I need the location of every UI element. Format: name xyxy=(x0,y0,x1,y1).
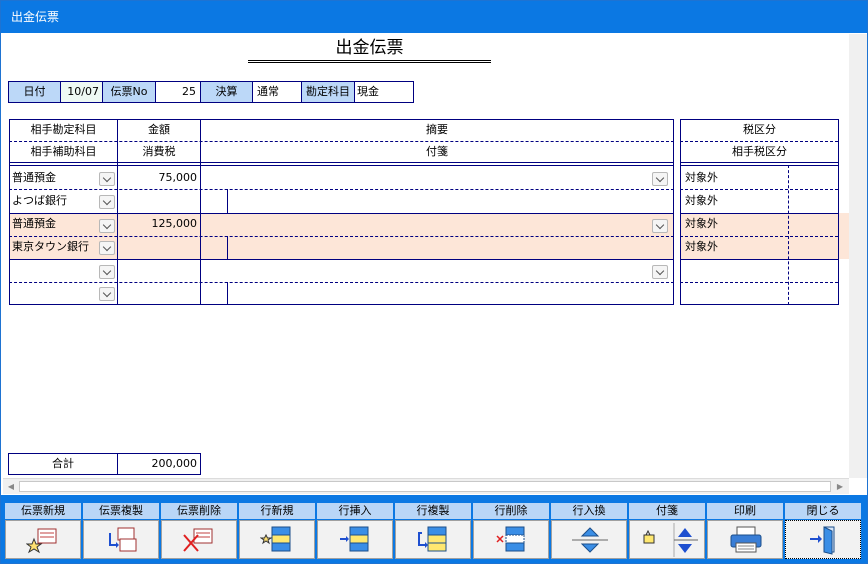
row3-tax[interactable] xyxy=(118,282,197,304)
chevron-down-icon[interactable] xyxy=(99,219,115,233)
new-row-icon xyxy=(260,526,291,552)
copy-slip-label: 伝票複製 xyxy=(83,503,159,519)
col-counter-sub-account: 相手補助科目 xyxy=(30,145,97,158)
chevron-down-icon[interactable] xyxy=(652,265,668,279)
horizontal-scrollbar[interactable]: ◀ ▶ xyxy=(3,478,849,494)
close-button[interactable]: 閉じる xyxy=(785,503,861,559)
slip-content: 出金伝票 日付 10/07 伝票No 25 決算 通常 勘定科目 現金 相手勘定… xyxy=(3,34,849,478)
chevron-down-icon[interactable] xyxy=(99,287,115,301)
settlement-label: 決算 xyxy=(200,81,253,103)
new-row-button[interactable]: 行新規 xyxy=(239,503,315,559)
printer-icon xyxy=(730,526,762,553)
row3-account[interactable] xyxy=(12,259,102,281)
chevron-down-icon[interactable] xyxy=(99,172,115,186)
slip-no-field[interactable]: 25 xyxy=(155,81,201,103)
col-counter-tax-category: 相手税区分 xyxy=(732,145,787,158)
col-summary: 摘要 xyxy=(426,123,448,136)
delete-row-icon xyxy=(496,526,525,552)
row1-summary[interactable] xyxy=(203,167,643,189)
row3-counter-tax-category[interactable] xyxy=(685,282,785,304)
chevron-down-icon[interactable] xyxy=(652,172,668,186)
col-tax-category: 税区分 xyxy=(743,123,776,136)
settlement-field[interactable]: 通常 xyxy=(252,81,302,103)
scroll-left-icon[interactable]: ◀ xyxy=(4,479,18,494)
swap-row-icon xyxy=(572,527,608,553)
row1-sub-account[interactable]: よつば銀行 xyxy=(12,190,102,212)
insert-row-label: 行挿入 xyxy=(317,503,393,519)
vertical-scrollbar[interactable] xyxy=(849,34,867,478)
new-slip-button[interactable]: 伝票新規 xyxy=(5,503,81,559)
copy-slip-icon xyxy=(109,527,137,552)
delete-row-button[interactable]: 行削除 xyxy=(473,503,549,559)
swap-row-label: 行入換 xyxy=(551,503,627,519)
document-title: 出金伝票 xyxy=(248,37,491,63)
col-counter-account: 相手勘定科目 xyxy=(30,123,97,136)
row1-amount[interactable]: 75,000 xyxy=(118,167,198,189)
total-label: 合計 xyxy=(8,453,118,475)
slip-window: 出金伝票 出金伝票 日付 10/07 伝票No 25 決算 通常 勘定科目 現金 xyxy=(0,0,868,564)
copy-row-label: 行複製 xyxy=(395,503,471,519)
row2-tax[interactable] xyxy=(118,236,197,258)
row2-sub-account[interactable]: 東京タウン銀行 xyxy=(12,236,102,258)
exit-door-icon xyxy=(810,526,835,555)
account-label: 勘定科目 xyxy=(301,81,355,103)
scroll-thumb[interactable] xyxy=(19,481,831,492)
row3-sub-account[interactable] xyxy=(12,282,102,304)
row3-tax-category[interactable] xyxy=(685,259,785,281)
swap-row-button[interactable]: 行入換 xyxy=(551,503,627,559)
date-label: 日付 xyxy=(8,81,61,103)
chevron-down-icon[interactable] xyxy=(99,265,115,279)
sticky-label: 付箋 xyxy=(629,503,705,519)
col-sticky-note: 付箋 xyxy=(426,145,448,158)
new-slip-label: 伝票新規 xyxy=(5,503,81,519)
delete-slip-button[interactable]: 伝票削除 xyxy=(161,503,237,559)
col-consumption-tax: 消費税 xyxy=(142,145,176,158)
insert-row-button[interactable]: 行挿入 xyxy=(317,503,393,559)
row1-tax-category[interactable]: 対象外 xyxy=(685,167,785,189)
delete-slip-label: 伝票削除 xyxy=(161,503,237,519)
row1-tax[interactable] xyxy=(118,190,197,212)
new-row-label: 行新規 xyxy=(239,503,315,519)
toolbar: 伝票新規 伝票複製 伝票削除 行新規 行挿入 行複製 行削除 行入換 付箋 印刷… xyxy=(1,495,867,563)
row1-account[interactable]: 普通預金 xyxy=(12,167,102,189)
delete-slip-icon xyxy=(183,528,213,552)
row2-summary[interactable] xyxy=(203,213,643,235)
copy-slip-button[interactable]: 伝票複製 xyxy=(83,503,159,559)
col-amount: 金額 xyxy=(148,123,170,136)
sticky-button[interactable]: 付箋 xyxy=(629,503,705,559)
date-field[interactable]: 10/07 xyxy=(60,81,103,103)
scroll-right-icon[interactable]: ▶ xyxy=(833,479,847,494)
row2-amount[interactable]: 125,000 xyxy=(118,213,198,235)
copy-row-icon xyxy=(418,526,447,552)
new-slip-icon xyxy=(26,528,57,554)
chevron-down-icon[interactable] xyxy=(99,195,115,209)
row2-account[interactable]: 普通預金 xyxy=(12,213,102,235)
window-title: 出金伝票 xyxy=(1,1,867,33)
row3-summary[interactable] xyxy=(203,259,643,281)
chevron-down-icon[interactable] xyxy=(652,219,668,233)
row2-tax-category[interactable]: 対象外 xyxy=(685,213,785,235)
chevron-down-icon[interactable] xyxy=(99,241,115,255)
sticky-icon xyxy=(643,523,698,557)
total-value: 200,000 xyxy=(117,453,201,475)
row1-counter-tax-category[interactable]: 対象外 xyxy=(685,190,785,212)
row2-counter-tax-category[interactable]: 対象外 xyxy=(685,236,785,258)
print-button[interactable]: 印刷 xyxy=(707,503,783,559)
print-label: 印刷 xyxy=(707,503,783,519)
insert-row-icon xyxy=(340,526,369,552)
delete-row-label: 行削除 xyxy=(473,503,549,519)
close-label: 閉じる xyxy=(785,503,861,519)
account-field[interactable]: 現金 xyxy=(354,81,414,103)
row3-amount[interactable] xyxy=(118,259,197,281)
slip-no-label: 伝票No xyxy=(102,81,156,103)
copy-row-button[interactable]: 行複製 xyxy=(395,503,471,559)
